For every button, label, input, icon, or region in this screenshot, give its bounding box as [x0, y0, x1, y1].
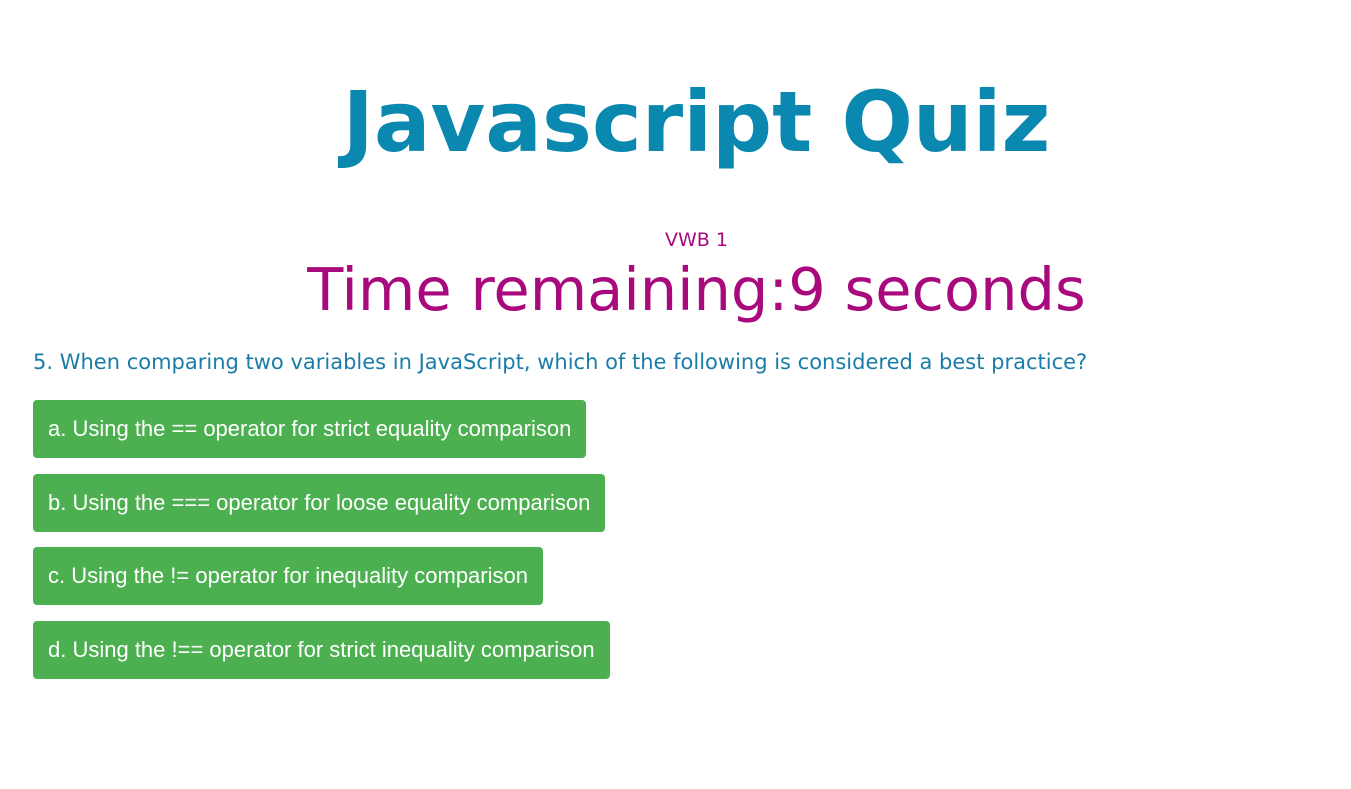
answer-button-a[interactable]: a. Using the == operator for strict equa…: [33, 400, 587, 458]
question-text: 5. When comparing two variables in JavaS…: [33, 350, 1088, 374]
timer-text: Time remaining:9 seconds: [307, 255, 1086, 324]
group-label: VWB 1: [665, 229, 728, 251]
answer-button-c[interactable]: c. Using the != operator for inequality …: [33, 547, 543, 605]
answer-button-d[interactable]: d. Using the !== operator for strict ine…: [33, 620, 610, 679]
page-title: Javascript Quiz: [342, 73, 1051, 171]
answer-list: a. Using the == operator for strict equa…: [33, 400, 610, 694]
answer-button-b[interactable]: b. Using the === operator for loose equa…: [33, 473, 606, 532]
